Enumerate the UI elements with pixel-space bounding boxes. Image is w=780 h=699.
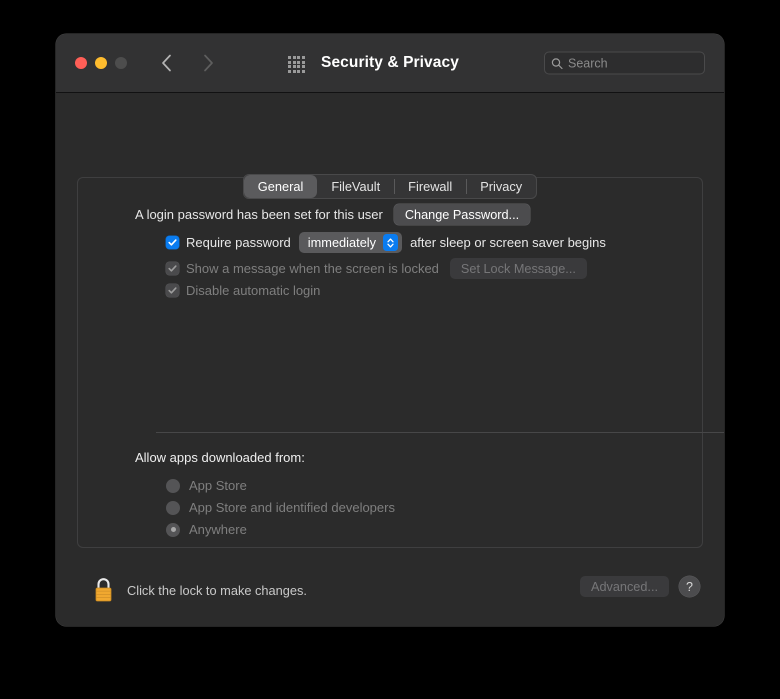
allow-apps-option-identified-developers[interactable]: App Store and identified developers — [166, 500, 395, 515]
change-password-button[interactable]: Change Password... — [393, 204, 531, 225]
login-password-label: A login password has been set for this u… — [135, 207, 383, 222]
tab-bar: General FileVault Firewall Privacy — [56, 174, 724, 199]
radio-app-store-label: App Store — [189, 478, 247, 493]
radio-anywhere[interactable] — [166, 522, 180, 537]
window-body: General FileVault Firewall Privacy A log… — [56, 93, 724, 626]
footer-actions: Advanced... ? — [579, 576, 700, 597]
lock-closed-icon[interactable] — [92, 576, 115, 604]
show-all-grid-icon[interactable] — [288, 56, 305, 73]
chevron-updown-icon — [383, 234, 399, 251]
help-button[interactable]: ? — [679, 576, 700, 597]
back-chevron-icon[interactable] — [156, 52, 176, 74]
tab-privacy[interactable]: Privacy — [466, 175, 536, 198]
traffic-lights — [75, 57, 127, 69]
window-titlebar: Security & Privacy — [56, 34, 724, 93]
show-lock-message-label: Show a message when the screen is locked — [186, 261, 439, 276]
allow-apps-heading: Allow apps downloaded from: — [135, 450, 305, 465]
require-password-row: Require password immediately after sleep… — [166, 232, 606, 253]
show-lock-message-row: Show a message when the screen is locked… — [166, 258, 587, 279]
require-password-delay-popup[interactable]: immediately — [298, 232, 403, 253]
section-divider — [156, 432, 724, 433]
search-icon — [551, 57, 563, 69]
disable-auto-login-checkbox[interactable] — [166, 284, 179, 297]
lock-area[interactable]: Click the lock to make changes. — [92, 576, 307, 604]
radio-app-store[interactable] — [166, 478, 180, 493]
require-password-label: Require password — [186, 235, 291, 250]
login-password-row: A login password has been set for this u… — [135, 204, 531, 225]
forward-chevron-icon[interactable] — [198, 52, 218, 74]
require-password-delay-value: immediately — [307, 235, 377, 250]
tab-filevault[interactable]: FileVault — [317, 175, 394, 198]
require-password-checkbox[interactable] — [166, 236, 179, 249]
allow-apps-option-anywhere[interactable]: Anywhere — [166, 522, 247, 537]
allow-apps-heading-row: Allow apps downloaded from: — [135, 450, 305, 465]
radio-identified-developers-label: App Store and identified developers — [189, 500, 395, 515]
search-field[interactable] — [544, 51, 705, 75]
tab-general[interactable]: General — [243, 175, 318, 198]
close-button[interactable] — [75, 57, 87, 69]
search-input[interactable] — [568, 56, 698, 70]
security-privacy-window: Security & Privacy General FileVault Fir… — [56, 34, 724, 626]
navigation-arrows — [156, 52, 218, 74]
disable-auto-login-label: Disable automatic login — [186, 283, 321, 298]
set-lock-message-button[interactable]: Set Lock Message... — [449, 258, 587, 279]
show-lock-message-checkbox[interactable] — [166, 262, 179, 275]
general-pane: A login password has been set for this u… — [77, 177, 724, 548]
allow-apps-option-app-store[interactable]: App Store — [166, 478, 247, 493]
lock-status-text: Click the lock to make changes. — [127, 582, 307, 598]
disable-auto-login-row: Disable automatic login — [166, 283, 320, 298]
tab-firewall[interactable]: Firewall — [394, 175, 466, 198]
page-title: Security & Privacy — [321, 54, 459, 71]
zoom-button[interactable] — [115, 57, 127, 69]
radio-identified-developers[interactable] — [166, 500, 180, 515]
radio-anywhere-label: Anywhere — [189, 522, 247, 537]
advanced-button[interactable]: Advanced... — [579, 576, 669, 597]
minimize-button[interactable] — [95, 57, 107, 69]
require-password-suffix-label: after sleep or screen saver begins — [410, 235, 606, 250]
